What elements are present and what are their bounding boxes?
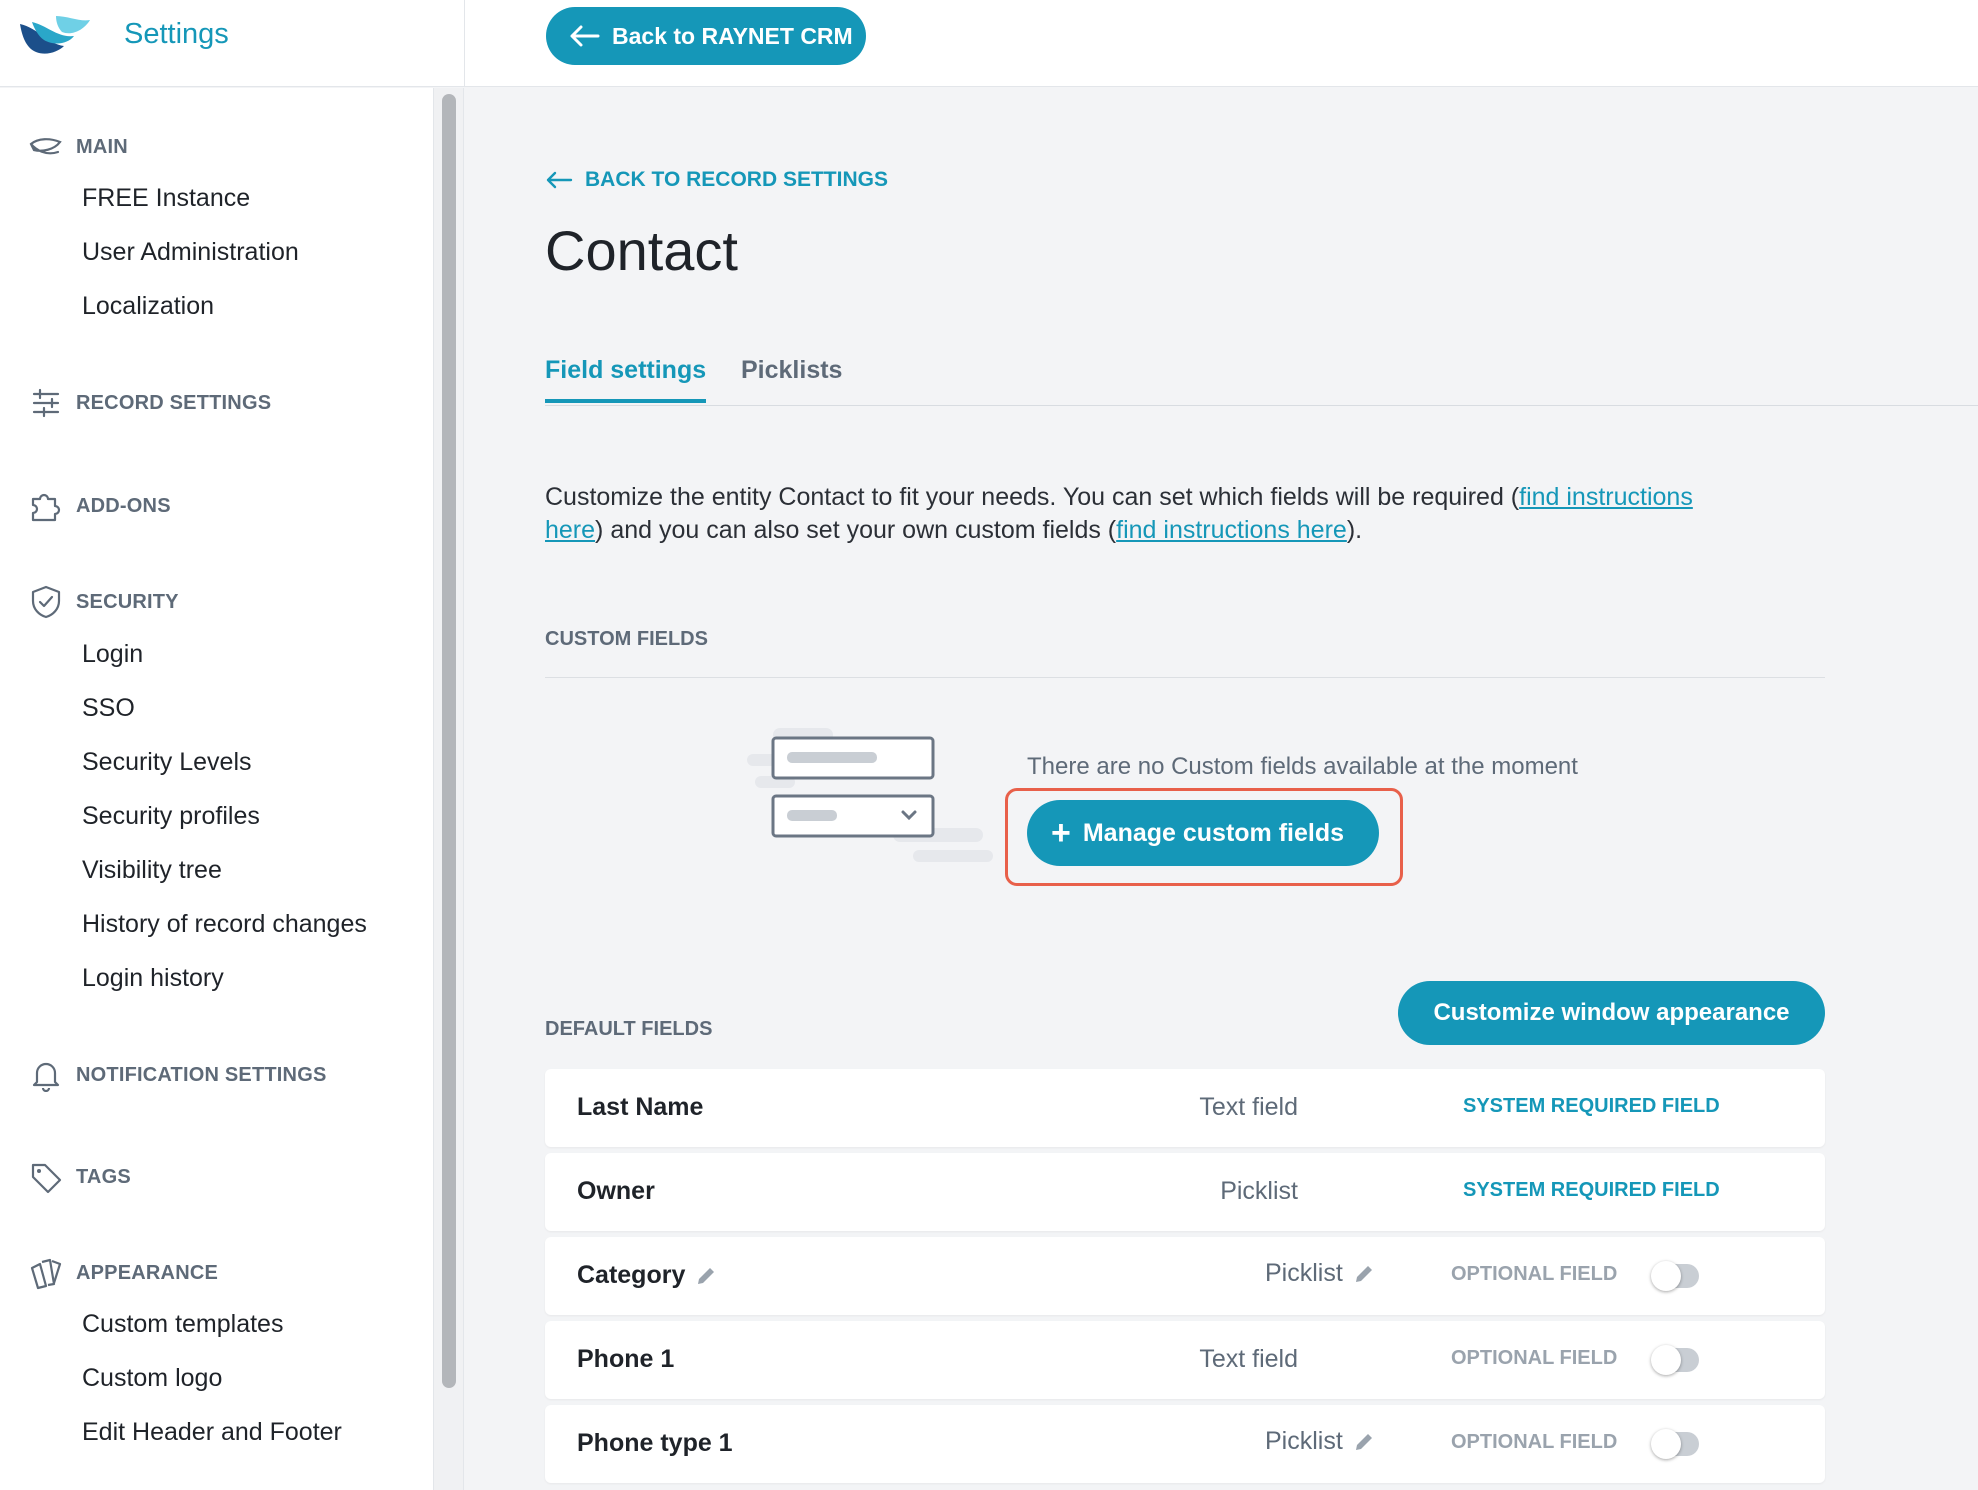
brand: Settings: [0, 0, 465, 87]
field-status: SYSTEM REQUIRED FIELD: [1463, 1179, 1720, 1201]
field-row: Phone type 1 Picklist OPTIONAL FIELD: [545, 1405, 1825, 1483]
sidebar-section-tags[interactable]: TAGS: [28, 1160, 131, 1194]
field-name: Phone type 1: [577, 1429, 733, 1457]
arrow-left-icon: [570, 25, 600, 47]
field-name: Category: [577, 1261, 686, 1289]
toggle-knob: [1651, 1429, 1681, 1459]
sidebar-item-visibility-tree[interactable]: Visibility tree: [82, 856, 222, 885]
edit-pencil-icon[interactable]: [1353, 1263, 1375, 1285]
edit-pencil-icon[interactable]: [695, 1265, 717, 1287]
sidebar-heading-notification-settings: NOTIFICATION SETTINGS: [76, 1063, 327, 1086]
sidebar-section-addons[interactable]: ADD-ONS: [28, 489, 171, 523]
page-title: Contact: [545, 219, 738, 282]
back-to-record-settings-label: BACK TO RECORD SETTINGS: [585, 168, 888, 191]
app-title: Settings: [124, 18, 229, 50]
field-type-wrapper: Picklist: [1265, 1259, 1375, 1288]
field-type: Picklist: [1265, 1259, 1343, 1287]
sidebar-section-notification-settings[interactable]: NOTIFICATION SETTINGS: [28, 1058, 327, 1092]
sidebar-heading-security: SECURITY: [76, 590, 179, 613]
sidebar-item-edit-header-footer[interactable]: Edit Header and Footer: [82, 1418, 342, 1447]
toggle-knob: [1651, 1261, 1681, 1291]
field-status: OPTIONAL FIELD: [1451, 1431, 1618, 1453]
field-row: Owner Picklist SYSTEM REQUIRED FIELD: [545, 1153, 1825, 1231]
sidebar-item-sso[interactable]: SSO: [82, 694, 135, 723]
field-type: Text field: [1199, 1345, 1298, 1373]
sidebar-item-login[interactable]: Login: [82, 640, 143, 669]
field-status: OPTIONAL FIELD: [1451, 1263, 1618, 1285]
field-type: Picklist: [1265, 1427, 1343, 1455]
sidebar-item-user-administration[interactable]: User Administration: [82, 238, 299, 267]
required-toggle[interactable]: [1651, 1429, 1699, 1459]
entity-description: Customize the entity Contact to fit your…: [545, 481, 1735, 547]
top-header: Settings Back to RAYNET CRM: [0, 0, 1978, 87]
sidebar-scrollbar[interactable]: [434, 88, 464, 1490]
field-row: Phone 1 Text field OPTIONAL FIELD: [545, 1321, 1825, 1399]
raynet-logo-icon: [20, 16, 90, 54]
sliders-icon: [32, 388, 60, 418]
sidebar-item-history-of-record-changes[interactable]: History of record changes: [82, 910, 367, 939]
no-custom-fields-message: There are no Custom fields available at …: [1027, 753, 1578, 780]
field-name-wrapper: Category: [577, 1261, 717, 1290]
sidebar-item-security-levels[interactable]: Security Levels: [82, 748, 252, 777]
manage-custom-fields-button[interactable]: + Manage custom fields: [1027, 800, 1379, 866]
description-text-1: Customize the entity Contact to fit your…: [545, 483, 1520, 511]
back-to-crm-button[interactable]: Back to RAYNET CRM: [546, 7, 866, 65]
sidebar-heading-main: MAIN: [76, 135, 128, 158]
default-fields-heading: DEFAULT FIELDS: [545, 1018, 713, 1040]
back-to-crm-label: Back to RAYNET CRM: [612, 22, 853, 49]
description-text-2: ) and you can also set your own custom f…: [595, 516, 1117, 544]
sidebar-heading-appearance: APPEARANCE: [76, 1261, 219, 1284]
sidebar-item-free-instance[interactable]: FREE Instance: [82, 184, 250, 213]
bell-icon: [32, 1062, 60, 1092]
sidebar-section-security[interactable]: SECURITY: [28, 585, 179, 619]
sidebar-item-login-history[interactable]: Login history: [82, 964, 224, 993]
field-type: Picklist: [1220, 1177, 1298, 1205]
empty-fields-illustration: [747, 728, 993, 862]
shield-check-icon: [31, 585, 61, 619]
raynet-fish-icon: [29, 138, 62, 155]
sidebar-item-localization[interactable]: Localization: [82, 292, 214, 321]
field-status: OPTIONAL FIELD: [1451, 1347, 1618, 1369]
description-text-3: ).: [1346, 516, 1363, 544]
sidebar-item-custom-templates[interactable]: Custom templates: [82, 1310, 283, 1339]
customize-window-appearance-button[interactable]: Customize window appearance: [1398, 981, 1825, 1045]
field-row: Last Name Text field SYSTEM REQUIRED FIE…: [545, 1069, 1825, 1147]
tab-bar: Field settings Picklists: [545, 356, 1978, 406]
manage-custom-fields-label: Manage custom fields: [1082, 818, 1345, 847]
tab-field-settings[interactable]: Field settings: [545, 356, 707, 403]
custom-fields-heading: CUSTOM FIELDS: [545, 628, 708, 650]
sidebar-heading-addons: ADD-ONS: [76, 494, 171, 517]
field-type: Text field: [1199, 1093, 1298, 1121]
sidebar-heading-record-settings: RECORD SETTINGS: [76, 391, 272, 414]
tag-icon: [31, 1163, 62, 1194]
arrow-left-icon: [546, 171, 573, 189]
back-to-record-settings-link[interactable]: BACK TO RECORD SETTINGS: [545, 168, 888, 192]
sidebar-heading-tags: TAGS: [76, 1165, 131, 1188]
field-row: Category Picklist OPTIONAL FIELD: [545, 1237, 1825, 1315]
sidebar-scrollbar-thumb[interactable]: [442, 94, 456, 1388]
required-toggle[interactable]: [1651, 1345, 1699, 1375]
field-name: Owner: [577, 1177, 655, 1205]
field-status: SYSTEM REQUIRED FIELD: [1463, 1095, 1720, 1117]
sidebar: MAIN FREE Instance User Administration L…: [0, 88, 434, 1490]
field-type-wrapper: Picklist: [1265, 1427, 1375, 1456]
plus-icon: +: [1051, 814, 1071, 852]
sidebar-item-security-profiles[interactable]: Security profiles: [82, 802, 260, 831]
required-toggle[interactable]: [1651, 1261, 1699, 1291]
appearance-swatch-icon: [30, 1258, 62, 1290]
sidebar-section-main[interactable]: MAIN: [28, 130, 128, 164]
tab-picklists[interactable]: Picklists: [741, 356, 842, 399]
edit-pencil-icon[interactable]: [1353, 1431, 1375, 1453]
puzzle-icon: [31, 493, 61, 522]
sidebar-section-record-settings[interactable]: RECORD SETTINGS: [28, 386, 271, 420]
find-instructions-link-2[interactable]: find instructions here: [1116, 516, 1347, 544]
main-content: BACK TO RECORD SETTINGS Contact Field se…: [465, 88, 1978, 1490]
sidebar-item-custom-logo[interactable]: Custom logo: [82, 1364, 222, 1393]
sidebar-section-appearance[interactable]: APPEARANCE: [28, 1256, 218, 1290]
field-name: Last Name: [577, 1093, 704, 1121]
toggle-knob: [1651, 1345, 1681, 1375]
field-name: Phone 1: [577, 1345, 675, 1373]
custom-fields-divider: [545, 677, 1825, 678]
